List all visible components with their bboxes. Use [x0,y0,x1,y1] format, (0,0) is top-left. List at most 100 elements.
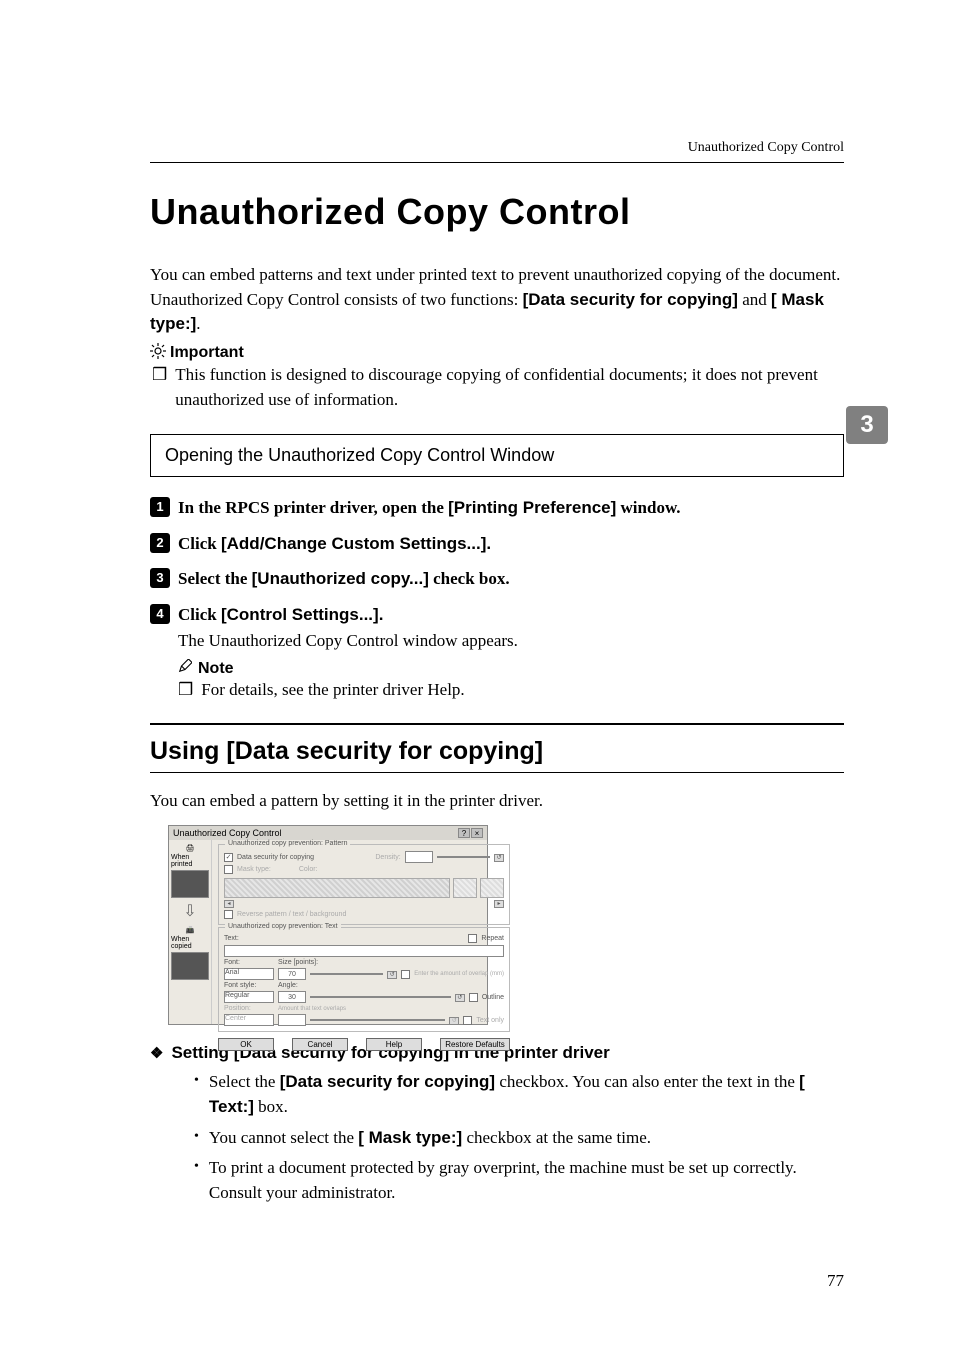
step1-ui: [Printing Preference] [448,498,616,517]
page-title: Unauthorized Copy Control [150,191,844,233]
overlap-slider[interactable] [310,1016,445,1024]
sun-icon [150,343,166,363]
size-label: Size [points]: [278,959,328,966]
pattern-scrollbar[interactable]: ◂▸ [224,900,504,908]
step1-text-b: window. [616,498,680,517]
bullet1-pre: Select the [209,1072,280,1091]
font-select[interactable]: Arial [224,968,274,980]
angle-reset[interactable]: ↺ [455,994,465,1002]
cancel-button[interactable]: Cancel [292,1038,348,1051]
overlap-stepper[interactable] [278,1014,306,1026]
textonly-checkbox[interactable] [463,1016,472,1025]
page-content: Unauthorized Copy Control Unauthorized C… [0,0,954,1206]
pen-icon [178,659,192,678]
close-icon[interactable]: × [471,828,483,838]
text-label: Text: [224,935,239,942]
pattern-preview-strip [224,878,450,898]
section-rule [150,723,844,725]
page-number: 77 [827,1271,844,1291]
important-label: Important [170,344,244,362]
step4-subtext: The Unauthorized Copy Control window app… [178,631,844,651]
section-heading: Using [Data security for copying] [150,737,844,773]
important-bullet: ❒ This function is designed to discourag… [152,363,844,412]
bullet1-post: box. [254,1097,288,1116]
note-heading: Note [178,659,844,678]
dialog-screenshot: Unauthorized Copy Control ? × 🖨 When pri… [168,825,488,1025]
note-label: Note [198,660,234,678]
setting-bullet-3: • To print a document protected by gray … [194,1156,844,1205]
size-stepper[interactable]: 70 [278,968,306,980]
step-number-3: 3 [150,568,170,588]
text-group: Unauthorized copy prevention: Text Text:… [218,927,510,1032]
copied-thumbnail [171,952,209,980]
repeat-checkbox[interactable] [468,934,477,943]
step3-text-b: check box. [429,569,510,588]
text-group-legend: Unauthorized copy prevention: Text [225,923,341,930]
dialog-preview-column: 🖨 When printed ⇩ 📠 When copied [169,840,212,1024]
intro-join: and [738,290,771,309]
mask-type-checkbox[interactable] [224,865,233,874]
angle-label: Angle: [278,982,328,989]
outline-label: Outline [482,994,504,1001]
important-text: This function is designed to discourage … [175,363,844,412]
overlap-checkbox[interactable] [401,970,410,979]
step-2: 2 Click [Add/Change Custom Settings...]. [150,531,844,557]
data-security-checkbox[interactable]: ✓ [224,853,233,862]
printed-thumbnail [171,870,209,898]
step2-ui: [Add/Change Custom Settings...]. [221,534,491,553]
step1-text-a: In the RPCS printer driver, open the [178,498,448,517]
density-reset[interactable]: ↺ [494,854,504,862]
density-slider[interactable] [437,853,490,861]
dialog-titlebar: Unauthorized Copy Control ? × [169,826,487,840]
step4-ui: [Control Settings...]. [221,605,383,624]
help-button[interactable]: Help [366,1038,422,1051]
step2-text-a: Click [178,534,221,553]
step4-text-a: Click [178,605,221,624]
note-text: For details, see the printer driver Help… [201,678,844,703]
bullet3-text: To print a document protected by gray ov… [209,1156,844,1205]
pattern-swatch-1 [453,878,477,898]
intro-paragraph: You can embed patterns and text under pr… [150,263,844,337]
dialog-title: Unauthorized Copy Control [173,828,282,838]
important-heading: Important [150,343,844,363]
pattern-group-legend: Unauthorized copy prevention: Pattern [225,840,350,847]
pattern-group: Unauthorized copy prevention: Pattern ✓ … [218,844,510,925]
step-number-2: 2 [150,533,170,553]
size-slider[interactable] [310,970,383,978]
help-icon[interactable]: ? [458,828,470,838]
subsection-heading: Opening the Unauthorized Copy Control Wi… [150,434,844,477]
printer-icon: 🖨 [186,844,195,852]
bullet2-mid: checkbox at the same time. [462,1128,651,1147]
step3-text-a: Select the [178,569,252,588]
ok-button[interactable]: OK [218,1038,274,1051]
style-label: Font style: [224,982,274,989]
reverse-checkbox[interactable] [224,910,233,919]
intro-end: . [196,314,200,333]
pattern-swatch-2 [480,878,504,898]
size-reset[interactable]: ↺ [387,971,397,979]
text-input[interactable] [224,945,504,957]
style-select[interactable]: Regular [224,991,274,1003]
intro-key1: [Data security for copying] [523,290,738,309]
copier-icon: 📠 [186,926,195,934]
angle-slider[interactable] [310,993,451,1001]
position-select[interactable]: Center [224,1014,274,1026]
overlap-reset[interactable]: ↺ [449,1017,459,1025]
section-body: You can embed a pattern by setting it in… [150,789,844,814]
dot-icon: • [194,1126,199,1151]
setting-bullet-2: • You cannot select the [ Mask type:] ch… [194,1126,844,1151]
step3-ui: [Unauthorized copy...] [252,569,429,588]
when-printed-label: When printed [171,854,209,868]
header-rule [150,162,844,163]
restore-defaults-button[interactable]: Restore Defaults [440,1038,510,1051]
color-label: Color: [299,866,318,873]
textonly-label: Text only [476,1017,504,1024]
angle-stepper[interactable]: 30 [278,991,306,1003]
step-number-4: 4 [150,604,170,624]
font-label: Font: [224,959,274,966]
density-stepper[interactable] [405,851,433,863]
outline-checkbox[interactable] [469,993,478,1002]
bullet2-b1: [ Mask type:] [358,1128,462,1147]
repeat-label: Repeat [481,935,504,942]
overlap-slider-label: Amount that text overlaps [278,1006,346,1012]
